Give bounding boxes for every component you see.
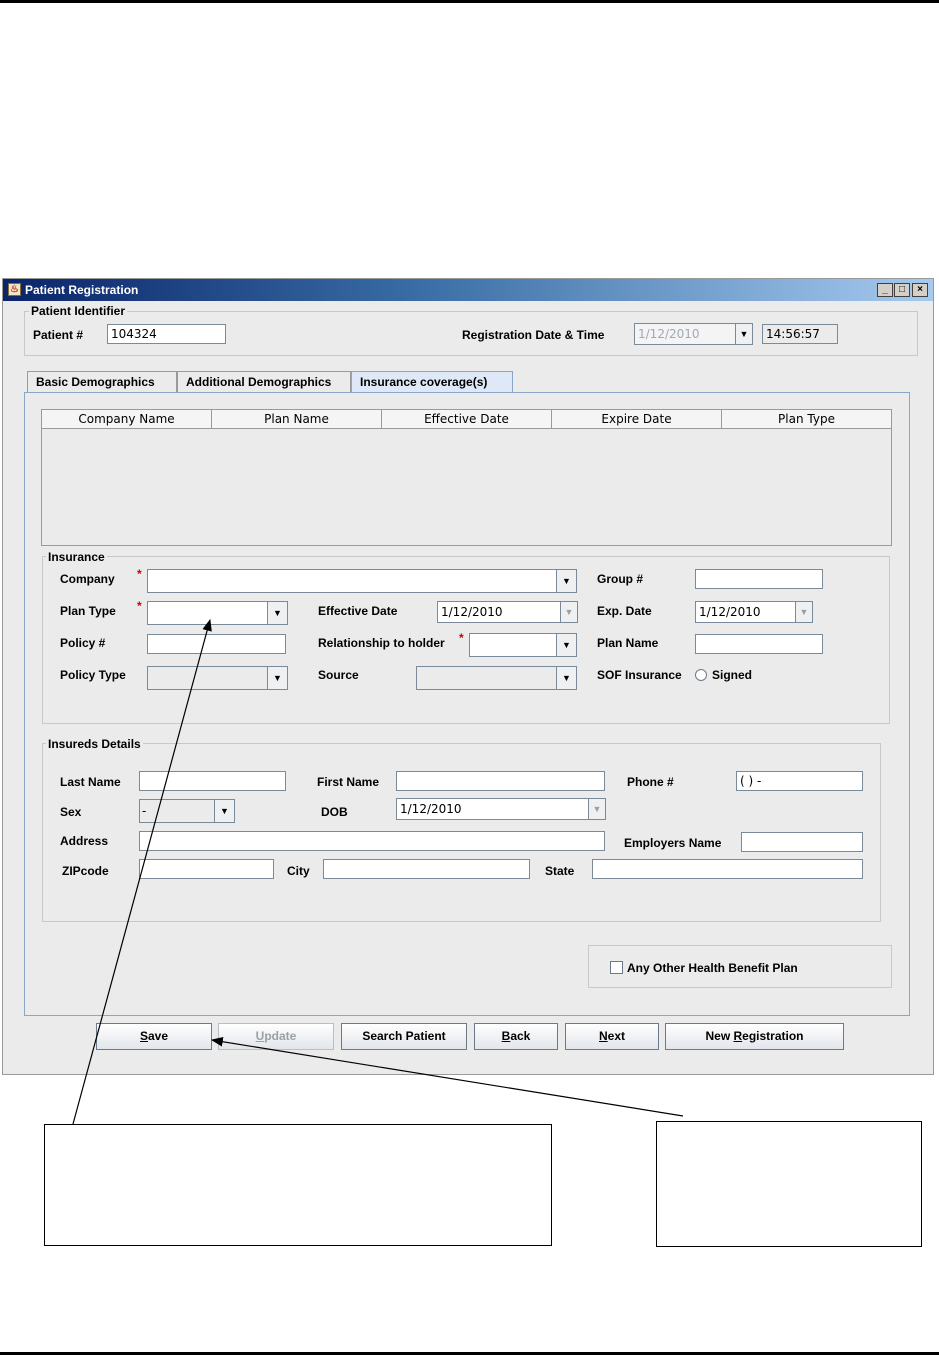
callout-arrows — [72, 618, 684, 1125]
callout-arrow-plan-type — [72, 618, 212, 1125]
bottom-rule — [0, 1352, 939, 1355]
callout-arrow-save — [210, 1036, 684, 1117]
